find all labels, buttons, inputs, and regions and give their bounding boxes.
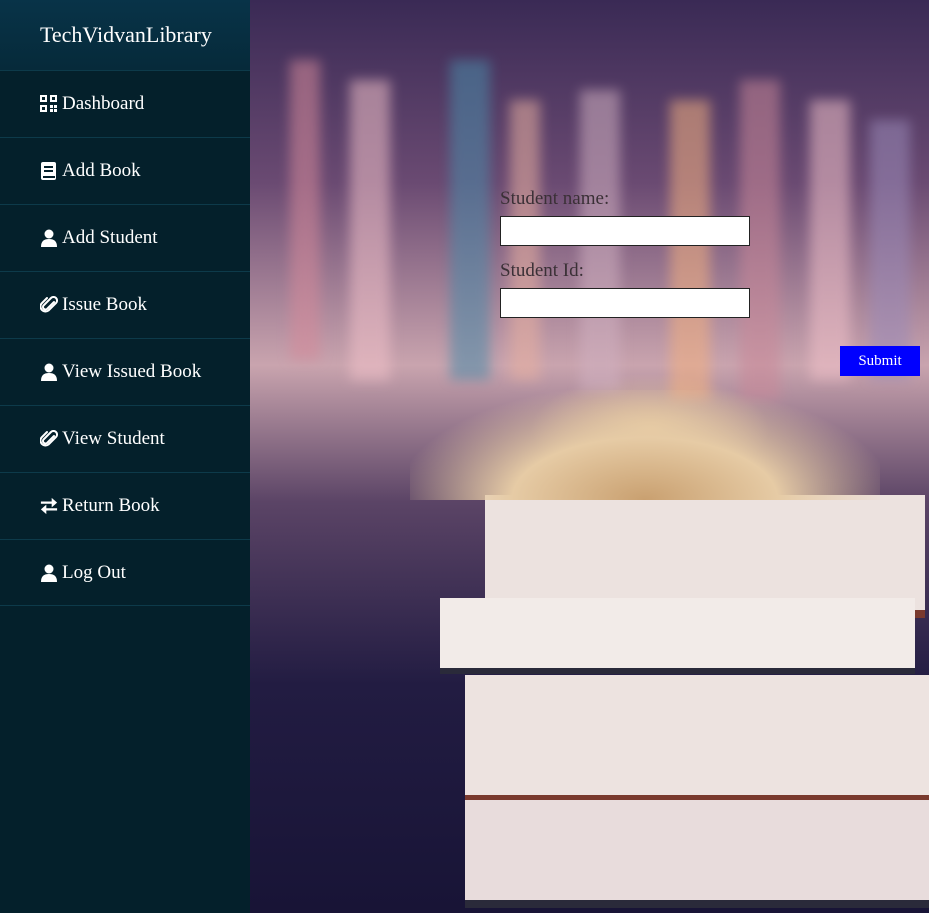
- user-icon: [40, 564, 58, 582]
- book-icon: [40, 162, 58, 180]
- user-icon: [40, 363, 58, 381]
- student-name-input[interactable]: [500, 216, 750, 246]
- paperclip-icon: [40, 430, 58, 448]
- sidebar-item-view-issued-book[interactable]: View Issued Book: [0, 338, 250, 405]
- user-icon: [40, 229, 58, 247]
- sidebar-item-label: View Issued Book: [62, 361, 202, 382]
- exchange-icon: [40, 497, 58, 515]
- sidebar-item-add-student[interactable]: Add Student: [0, 204, 250, 271]
- sidebar-item-dashboard[interactable]: Dashboard: [0, 70, 250, 137]
- issue-form: Student name: Student Id:: [500, 188, 800, 332]
- sidebar-item-return-book[interactable]: Return Book: [0, 472, 250, 539]
- sidebar-item-label: Issue Book: [62, 294, 147, 315]
- sidebar-item-label: Add Student: [62, 227, 158, 248]
- sidebar-item-add-book[interactable]: Add Book: [0, 137, 250, 204]
- sidebar-item-label: Add Book: [62, 160, 141, 181]
- sidebar-item-label: Return Book: [62, 495, 160, 516]
- submit-button[interactable]: Submit: [840, 346, 920, 376]
- brand-title[interactable]: TechVidvanLibrary: [0, 0, 250, 70]
- sidebar-item-issue-book[interactable]: Issue Book: [0, 271, 250, 338]
- student-name-label: Student name:: [500, 188, 610, 209]
- sidebar-item-view-student[interactable]: View Student: [0, 405, 250, 472]
- student-id-input[interactable]: [500, 288, 750, 318]
- sidebar-item-log-out[interactable]: Log Out: [0, 539, 250, 606]
- dashboard-icon: [40, 95, 58, 113]
- sidebar: TechVidvanLibrary Dashboard Add Book Add…: [0, 0, 250, 913]
- student-id-label: Student Id:: [500, 260, 584, 281]
- sidebar-item-label: Dashboard: [62, 93, 145, 114]
- sidebar-item-label: View Student: [62, 428, 165, 449]
- paperclip-icon: [40, 296, 58, 314]
- background-image: [250, 0, 929, 913]
- sidebar-item-label: Log Out: [62, 561, 126, 583]
